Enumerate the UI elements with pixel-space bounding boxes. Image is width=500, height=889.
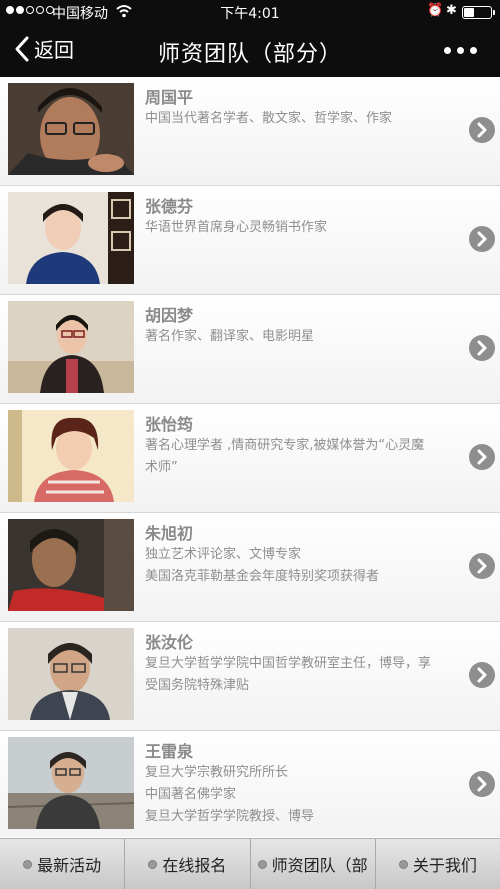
status-bar: 中国移动 下午4:01 ⏰ ✱ (0, 0, 500, 24)
teacher-name: 张汝伦 (145, 633, 194, 652)
teacher-description: 著名心理学者 ,情商研究专家,被媒体誉为“心灵魔 术师” (145, 435, 465, 479)
description-line: 复旦大学哲学学院教授、博导 (145, 809, 315, 824)
teacher-photo (8, 192, 134, 284)
tab-about-us[interactable]: 关于我们 (376, 839, 500, 889)
teacher-name: 张怡筠 (145, 415, 194, 434)
teacher-description: 复旦大学宗教研究所所长 中国著名佛学家 复旦大学哲学学院教授、博导 (145, 762, 465, 828)
description-line: 美国洛克菲勒基金会年度特别奖项获得者 (145, 569, 380, 584)
back-button[interactable]: 返回 (14, 34, 74, 63)
tab-label: 师资团队（部 (271, 856, 368, 875)
tab-latest-events[interactable]: 最新活动 (0, 839, 126, 889)
description-line: 著名作家、翻译家、电影明星 (145, 329, 315, 344)
chevron-right-icon[interactable] (469, 335, 495, 361)
chevron-right-icon[interactable] (469, 662, 495, 688)
tab-label: 关于我们 (412, 856, 477, 875)
teacher-name: 张德芬 (145, 197, 194, 216)
teacher-description: 复旦大学哲学学院中国哲学教研室主任，博导，享 受国务院特殊津贴 (145, 653, 465, 697)
teacher-row[interactable]: 张德芬 华语世界首席身心灵畅销书作家 (0, 186, 500, 295)
bottom-tab-bar: 最新活动 在线报名 师资团队（部 关于我们 (0, 838, 500, 889)
description-line: 著名心理学者 ,情商研究专家,被媒体誉为“心灵魔 (145, 438, 425, 453)
teacher-row[interactable]: 朱旭初 独立艺术评论家、文博专家 美国洛克菲勒基金会年度特别奖项获得者 (0, 513, 500, 622)
teacher-photo (8, 83, 134, 175)
description-line: 复旦大学哲学学院中国哲学教研室主任，博导，享 (145, 656, 432, 671)
tab-online-registration[interactable]: 在线报名 (125, 839, 251, 889)
description-line: 复旦大学宗教研究所所长 (145, 765, 289, 780)
battery-icon (462, 6, 495, 19)
teacher-photo (8, 737, 134, 829)
status-time: 下午4:01 (220, 6, 280, 22)
teacher-photo (8, 301, 134, 393)
teacher-name: 周国平 (145, 88, 194, 107)
chevron-left-icon (15, 36, 29, 61)
teacher-name: 胡因梦 (145, 306, 194, 325)
chevron-right-icon[interactable] (469, 444, 495, 470)
teacher-description: 中国当代著名学者、散文家、哲学家、作家 (145, 108, 465, 130)
teacher-photo (8, 519, 134, 611)
teacher-list: 周国平 中国当代著名学者、散文家、哲学家、作家 张德芬 华语世界首席身心灵畅销书… (0, 77, 500, 837)
description-line: 术师” (145, 460, 178, 475)
description-line: 华语世界首席身心灵畅销书作家 (145, 220, 328, 235)
chevron-right-icon[interactable] (469, 771, 495, 797)
page-title: 师资团队（部分） (157, 42, 342, 67)
teacher-row[interactable]: 王雷泉 复旦大学宗教研究所所长 中国著名佛学家 复旦大学哲学学院教授、博导 (0, 731, 500, 837)
tab-label: 在线报名 (162, 856, 227, 875)
more-button[interactable] (444, 40, 484, 60)
tab-label: 最新活动 (37, 856, 102, 875)
chevron-right-icon[interactable] (469, 226, 495, 252)
teacher-row[interactable]: 张汝伦 复旦大学哲学学院中国哲学教研室主任，博导，享 受国务院特殊津贴 (0, 622, 500, 731)
teacher-description: 华语世界首席身心灵畅销书作家 (145, 217, 465, 239)
bullet-icon (148, 859, 158, 869)
teacher-name: 王雷泉 (145, 742, 194, 761)
back-label: 返回 (34, 38, 74, 62)
teacher-description: 著名作家、翻译家、电影明星 (145, 326, 465, 348)
teacher-description: 独立艺术评论家、文博专家 美国洛克菲勒基金会年度特别奖项获得者 (145, 544, 465, 588)
bullet-icon (257, 859, 267, 869)
teacher-row[interactable]: 周国平 中国当代著名学者、散文家、哲学家、作家 (0, 77, 500, 186)
teacher-row[interactable]: 张怡筠 著名心理学者 ,情商研究专家,被媒体誉为“心灵魔 术师” (0, 404, 500, 513)
description-line: 中国当代著名学者、散文家、哲学家、作家 (145, 111, 393, 126)
bullet-icon (23, 859, 33, 869)
teacher-photo (8, 628, 134, 720)
teacher-row[interactable]: 胡因梦 著名作家、翻译家、电影明星 (0, 295, 500, 404)
bluetooth-icon: ✱ (446, 3, 457, 18)
description-line: 中国著名佛学家 (145, 787, 237, 802)
description-line: 受国务院特殊津贴 (145, 678, 250, 693)
more-dots-icon (444, 46, 451, 54)
teacher-name: 朱旭初 (145, 524, 194, 543)
alarm-icon: ⏰ (427, 3, 444, 18)
navigation-bar: 返回 师资团队（部分） (0, 24, 500, 77)
chevron-right-icon[interactable] (469, 553, 495, 579)
bullet-icon (398, 859, 408, 869)
chevron-right-icon[interactable] (469, 117, 495, 143)
description-line: 独立艺术评论家、文博专家 (145, 547, 302, 562)
teacher-photo (8, 410, 134, 502)
tab-teaching-team[interactable]: 师资团队（部 (251, 839, 376, 889)
